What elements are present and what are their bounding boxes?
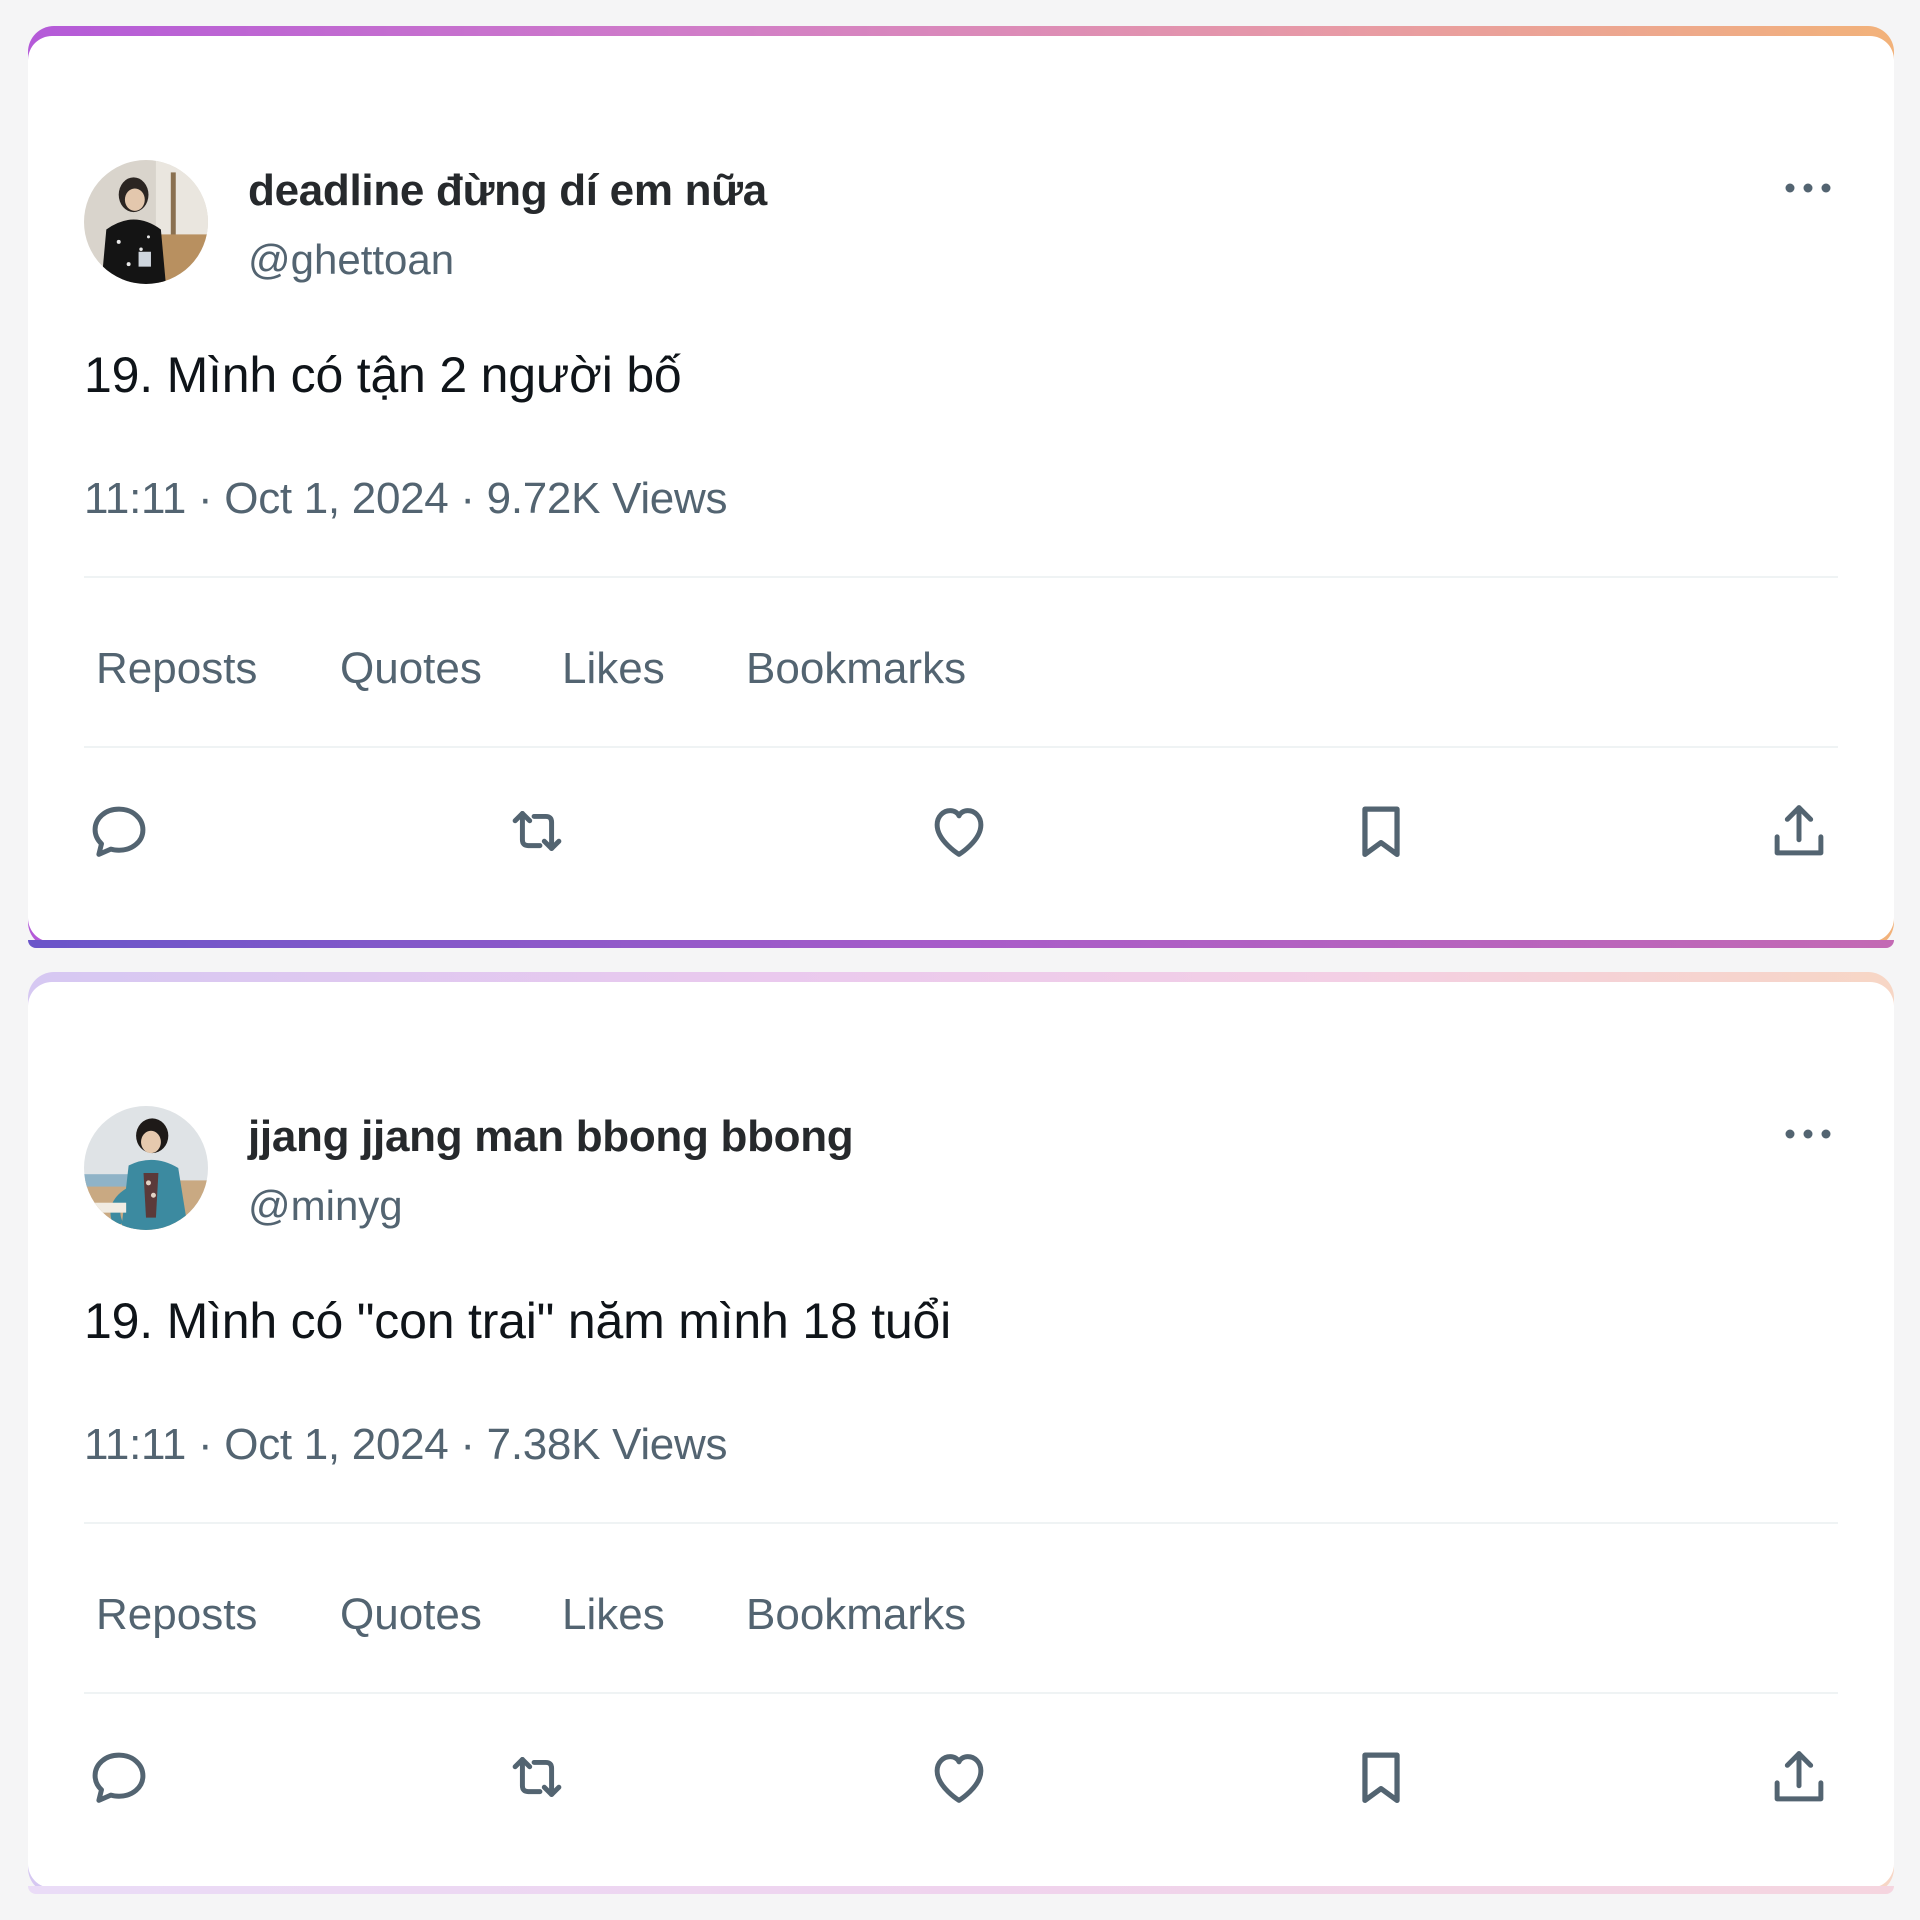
engagement-stats: Reposts Quotes Likes Bookmarks [96, 1590, 966, 1640]
post-meta[interactable]: 11:11 · Oct 1, 2024 · 9.72K Views [84, 474, 727, 524]
like-icon[interactable] [924, 796, 994, 866]
post-text: 19. Mình có tận 2 người bố [84, 347, 682, 403]
action-bar [84, 1742, 1838, 1822]
reposts-link[interactable]: Reposts [96, 644, 340, 694]
quotes-link[interactable]: Quotes [340, 644, 562, 694]
divider [84, 1692, 1838, 1694]
avatar[interactable] [84, 1106, 208, 1230]
post-meta[interactable]: 11:11 · Oct 1, 2024 · 7.38K Views [84, 1420, 727, 1470]
user-handle[interactable]: @minyg [248, 1182, 403, 1230]
avatar-photo [84, 160, 208, 284]
share-icon[interactable] [1764, 1742, 1834, 1812]
engagement-stats: Reposts Quotes Likes Bookmarks [96, 644, 966, 694]
share-icon[interactable] [1764, 796, 1834, 866]
post-card-frame: deadline đừng dí em nữa @ghettoan 19. Mì… [28, 26, 1894, 948]
post-card: jjang jjang man bbong bbong @minyg 19. M… [28, 982, 1894, 1888]
post-text: 19. Mình có "con trai" năm mình 18 tuổi [84, 1293, 952, 1349]
avatar[interactable] [84, 160, 208, 284]
divider [84, 746, 1838, 748]
display-name[interactable]: jjang jjang man bbong bbong [248, 1112, 854, 1162]
bookmarks-link[interactable]: Bookmarks [746, 1590, 966, 1640]
display-name[interactable]: deadline đừng dí em nữa [248, 166, 767, 216]
reply-icon[interactable] [84, 1742, 154, 1812]
user-handle[interactable]: @ghettoan [248, 236, 454, 284]
divider [84, 576, 1838, 578]
avatar-photo [84, 1106, 208, 1230]
more-options-icon[interactable] [1778, 176, 1838, 200]
post-card: deadline đừng dí em nữa @ghettoan 19. Mì… [28, 36, 1894, 942]
like-icon[interactable] [924, 1742, 994, 1812]
bookmarks-link[interactable]: Bookmarks [746, 644, 966, 694]
quotes-link[interactable]: Quotes [340, 1590, 562, 1640]
divider [84, 1522, 1838, 1524]
post-card-frame: jjang jjang man bbong bbong @minyg 19. M… [28, 972, 1894, 1894]
repost-icon[interactable] [502, 796, 572, 866]
likes-link[interactable]: Likes [562, 1590, 746, 1640]
bookmark-icon[interactable] [1346, 1742, 1416, 1812]
reposts-link[interactable]: Reposts [96, 1590, 340, 1640]
more-options-icon[interactable] [1778, 1122, 1838, 1146]
likes-link[interactable]: Likes [562, 644, 746, 694]
repost-icon[interactable] [502, 1742, 572, 1812]
action-bar [84, 796, 1838, 876]
reply-icon[interactable] [84, 796, 154, 866]
bookmark-icon[interactable] [1346, 796, 1416, 866]
